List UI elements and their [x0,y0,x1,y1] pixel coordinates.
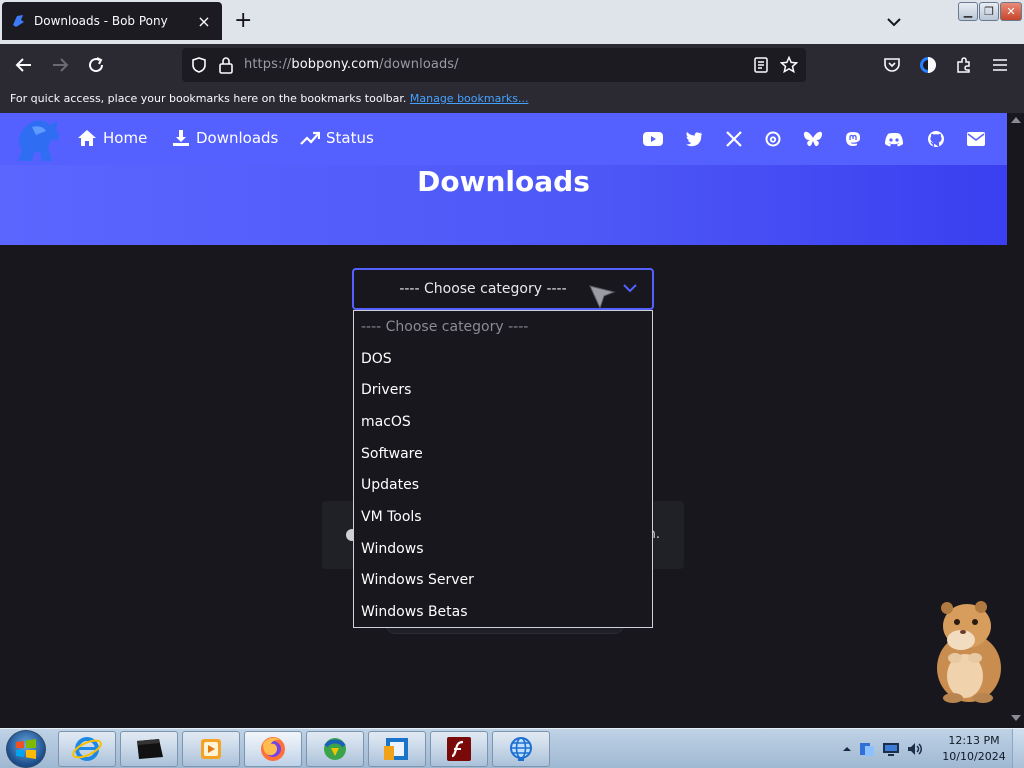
scroll-down-icon[interactable] [1011,715,1021,721]
firefox-icon [261,737,285,761]
close-window-icon[interactable]: ✕ [1000,2,1022,21]
nav-home-label: Home [103,129,148,147]
category-option[interactable]: Windows [354,533,652,565]
start-button[interactable] [6,730,46,768]
close-tab-icon[interactable]: × [194,12,214,31]
internet-explorer-icon [72,737,102,761]
category-option[interactable]: Windows Betas [354,596,652,628]
mail-icon[interactable] [966,129,986,149]
scroll-up-icon[interactable] [1011,117,1021,123]
category-listbox: ---- Choose category ---- DOS Drivers ma… [353,310,653,628]
url-host: bobpony.com [291,57,380,72]
reload-icon[interactable] [85,54,107,76]
mouse-pointer-icon [589,285,616,310]
nav-downloads[interactable]: Downloads [172,129,278,147]
manage-bookmarks-link[interactable]: Manage bookmarks... [410,92,529,105]
minimize-icon[interactable]: ▁ [958,2,978,21]
tray-app-icon[interactable] [858,740,876,758]
reader-view-icon[interactable] [754,57,768,73]
taskbar-flash[interactable] [430,731,488,767]
shield-icon[interactable] [190,56,208,74]
url-path: /downloads/ [379,57,459,72]
show-desktop-button[interactable] [1012,729,1024,768]
x-icon[interactable] [724,129,744,149]
nav-downloads-label: Downloads [196,129,279,147]
tab-title: Downloads - Bob Pony [34,14,168,28]
tab-bar: Downloads - Bob Pony × + ▁ ❐ ✕ [0,0,1024,44]
category-option[interactable]: ---- Choose category ---- [354,311,652,343]
windows-logo-icon [16,739,36,759]
terminal-icon [137,739,163,759]
category-option[interactable]: Drivers [354,374,652,406]
nav-status[interactable]: Status [300,129,374,147]
system-tray [842,729,924,768]
url-prefix: https:// [244,57,292,72]
home-icon [78,130,96,146]
taskbar-terminal[interactable] [120,731,178,767]
clock-time: 12:13 PM [948,734,1000,747]
page-title: Downloads [417,165,590,198]
category-option[interactable]: Updates [354,469,652,501]
threads-icon[interactable] [763,129,783,149]
pocket-icon[interactable] [881,54,903,76]
lock-icon[interactable] [218,56,234,74]
bookmarks-toolbar: For quick access, place your bookmarks h… [0,86,1024,113]
extensions-icon[interactable] [953,54,975,76]
back-icon[interactable] [13,54,35,76]
chevron-down-icon[interactable] [884,12,904,32]
network-globe-icon [510,737,532,761]
category-select-value: ---- Choose category ---- [399,281,567,297]
window-controls: ▁ ❐ ✕ [958,2,1022,21]
youtube-icon[interactable] [643,129,663,149]
mastodon-icon[interactable] [843,129,863,149]
taskbar-clock[interactable]: 12:13 PM 10/10/2024 [938,733,1010,765]
taskbar-virtualbox[interactable] [368,731,426,767]
category-option[interactable]: Software [354,438,652,470]
monitor-icon[interactable] [882,741,900,757]
tab-downloads[interactable]: Downloads - Bob Pony × [2,2,222,40]
discord-icon[interactable] [884,129,904,149]
bookmarks-message: For quick access, place your bookmarks h… [10,92,407,105]
github-icon[interactable] [926,129,946,149]
browser-toolbar: https://bobpony.com/downloads/ [0,44,1024,86]
bobpony-favicon-icon [13,15,24,27]
taskbar-firefox[interactable] [244,731,302,767]
clock-date: 10/10/2024 [942,750,1006,763]
dark-reader-icon[interactable] [917,54,939,76]
media-player-icon [201,739,221,759]
restore-icon[interactable]: ❐ [979,2,999,21]
category-option[interactable]: DOS [354,343,652,375]
bobpony-logo-icon[interactable] [12,117,64,165]
volume-icon[interactable] [906,740,924,758]
taskbar: 12:13 PM 10/10/2024 [0,728,1024,768]
nav-status-label: Status [326,129,374,147]
site-navbar: Home Downloads Status [0,113,1007,165]
new-tab-icon[interactable]: + [234,10,252,32]
nav-home[interactable]: Home [77,129,147,147]
taskbar-media-player[interactable] [182,731,240,767]
chevron-down-icon [623,284,637,293]
address-bar[interactable]: https://bobpony.com/downloads/ [182,48,806,82]
menu-icon[interactable] [989,54,1011,76]
taskbar-download-manager[interactable] [306,731,364,767]
taskbar-internet-explorer[interactable] [58,731,116,767]
category-option[interactable]: VM Tools [354,501,652,533]
flash-icon [447,737,471,761]
bookmark-star-icon[interactable] [780,56,798,74]
category-option[interactable]: macOS [354,406,652,438]
twitter-icon[interactable] [684,129,704,149]
taskbar-network[interactable] [492,731,550,767]
bluesky-icon[interactable] [803,129,823,149]
show-hidden-icons-icon[interactable] [842,744,852,754]
category-option[interactable]: Windows Server [354,565,652,597]
site-header: Home Downloads Status Downloads [0,113,1007,245]
virtualbox-icon [384,738,408,760]
url-text: https://bobpony.com/downloads/ [244,57,459,72]
download-manager-icon [324,738,346,760]
forward-icon[interactable] [49,54,71,76]
hamster-mascot-icon [937,601,1001,703]
trending-up-icon [300,131,320,145]
download-icon [173,130,189,146]
